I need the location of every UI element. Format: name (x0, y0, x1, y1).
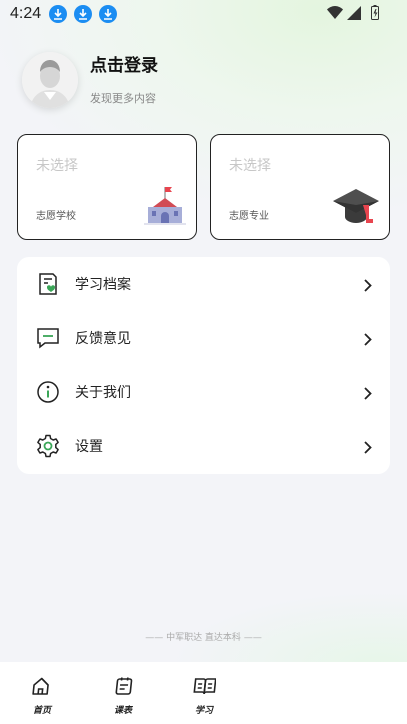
chevron-right-icon (364, 277, 372, 296)
menu-item-study-file[interactable]: 学习档案 (17, 257, 390, 311)
status-bar: 4:24 (0, 0, 407, 28)
wifi-icon (327, 5, 343, 24)
slogan-text: 中军职达 直达本科 (166, 633, 241, 643)
chevron-right-icon (364, 439, 372, 458)
tab-label: 学习 (194, 706, 213, 716)
menu-item-about[interactable]: 关于我们 (17, 365, 390, 419)
tab-schedule[interactable]: 课表 (103, 676, 143, 716)
menu-list: 学习档案 反馈意见 关于我们 设置 (17, 257, 390, 474)
info-icon (35, 379, 61, 405)
menu-item-feedback[interactable]: 反馈意见 (17, 311, 390, 365)
footer-slogan: —— 中军职达 直达本科 —— (0, 630, 407, 643)
target-major-label: 志愿专业 (229, 211, 269, 222)
home-icon (32, 676, 52, 700)
battery-icon (371, 5, 379, 24)
status-indicators (327, 5, 379, 24)
book-icon (192, 676, 217, 700)
download-icon (99, 5, 118, 23)
menu-item-label: 反馈意见 (75, 331, 131, 347)
download-icon (49, 5, 68, 23)
gear-icon (35, 433, 61, 459)
preference-cards: 未选择 志愿学校 未选择 志愿专业 (17, 134, 390, 240)
school-building-icon (144, 185, 186, 229)
login-title[interactable]: 点击登录 (90, 51, 158, 76)
graduation-cap-icon (333, 187, 379, 229)
cell-signal-icon (347, 5, 361, 24)
menu-item-label: 设置 (75, 439, 103, 455)
profile-header[interactable]: 点击登录 发现更多内容 (22, 52, 158, 108)
feedback-icon (35, 325, 61, 351)
download-icon (74, 5, 93, 23)
study-file-icon (35, 271, 61, 297)
schedule-icon (113, 676, 133, 700)
target-major-card[interactable]: 未选择 志愿专业 (210, 134, 390, 240)
target-major-value: 未选择 (229, 158, 271, 174)
target-school-value: 未选择 (36, 158, 78, 174)
slogan-divider-left: —— (145, 633, 164, 643)
login-subtitle: 发现更多内容 (90, 91, 156, 105)
target-school-label: 志愿学校 (36, 211, 76, 222)
chevron-right-icon (364, 385, 372, 404)
tab-label: 课表 (113, 706, 132, 716)
status-time: 4:24 (10, 5, 42, 22)
menu-item-settings[interactable]: 设置 (17, 419, 390, 473)
menu-item-label: 关于我们 (75, 385, 131, 401)
tab-study[interactable]: 学习 (184, 676, 224, 716)
chevron-right-icon (364, 331, 372, 350)
tab-home[interactable]: 首页 (22, 676, 62, 716)
target-school-card[interactable]: 未选择 志愿学校 (17, 134, 197, 240)
tab-label: 首页 (32, 706, 51, 716)
slogan-divider-right: —— (243, 633, 262, 643)
bottom-tab-bar: 首页 课表 学习 (0, 662, 407, 724)
menu-item-label: 学习档案 (75, 277, 131, 293)
avatar[interactable] (22, 52, 78, 108)
